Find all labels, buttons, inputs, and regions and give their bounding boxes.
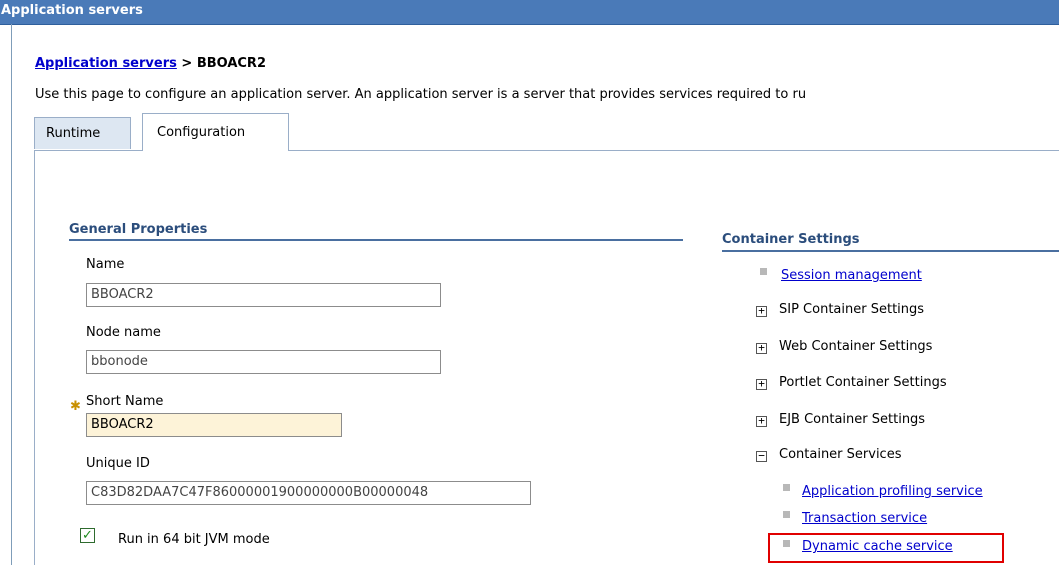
expand-plus-icon[interactable]: + (756, 415, 767, 427)
short-name-field[interactable]: BBOACR2 (86, 413, 342, 437)
tab-configuration[interactable]: Configuration (142, 113, 289, 151)
page-description: Use this page to configure an applicatio… (35, 87, 807, 102)
frame-border (11, 24, 12, 565)
required-indicator-icon: ✱ (70, 399, 81, 414)
bullet-icon (760, 268, 767, 275)
expand-plus-icon[interactable]: + (756, 378, 767, 390)
ejb-container-settings[interactable]: EJB Container Settings (779, 412, 925, 427)
section-divider (69, 239, 683, 241)
window-title: Application servers (1, 3, 143, 18)
application-profiling-service-link[interactable]: Application profiling service (802, 484, 983, 499)
tab-divider (289, 150, 1059, 151)
highlight-box (768, 533, 1004, 563)
tab-configuration-label: Configuration (157, 125, 246, 140)
tab-runtime[interactable]: Runtime (34, 117, 131, 149)
unique-id-field[interactable]: C83D82DAA7C47F86000001900000000B00000048 (86, 481, 531, 505)
session-management-link[interactable]: Session management (781, 268, 922, 283)
bullet-icon (783, 511, 790, 518)
tab-runtime-label: Runtime (46, 126, 101, 141)
expand-plus-icon[interactable]: + (756, 305, 767, 317)
section-divider (722, 250, 1059, 252)
expand-plus-icon[interactable]: + (756, 342, 767, 354)
portlet-container-settings[interactable]: Portlet Container Settings (779, 375, 947, 390)
general-properties-heading: General Properties (69, 222, 208, 237)
collapse-minus-icon[interactable]: − (756, 450, 767, 462)
breadcrumb-separator: > (176, 56, 197, 71)
tab-divider (34, 150, 142, 151)
transaction-service-link[interactable]: Transaction service (802, 511, 927, 526)
short-name-label: Short Name (86, 394, 164, 409)
bullet-icon (783, 484, 790, 491)
run-64bit-checkbox[interactable]: ✓ (80, 528, 95, 543)
breadcrumb-link-application-servers[interactable]: Application servers (35, 56, 177, 71)
node-name-field[interactable]: bbonode (86, 350, 441, 374)
window-title-bar: Application servers (0, 0, 1059, 25)
breadcrumb: Application servers > BBOACR2 (35, 56, 266, 71)
run-64bit-label: Run in 64 bit JVM mode (118, 532, 270, 547)
container-settings-heading: Container Settings (722, 232, 860, 247)
unique-id-label: Unique ID (86, 456, 150, 471)
node-name-label: Node name (86, 325, 161, 340)
sip-container-settings[interactable]: SIP Container Settings (779, 302, 924, 317)
container-services[interactable]: Container Services (779, 447, 901, 462)
panel-border (34, 150, 35, 565)
name-field[interactable]: BBOACR2 (86, 283, 441, 307)
breadcrumb-current: BBOACR2 (196, 56, 266, 71)
web-container-settings[interactable]: Web Container Settings (779, 339, 932, 354)
name-label: Name (86, 257, 125, 272)
